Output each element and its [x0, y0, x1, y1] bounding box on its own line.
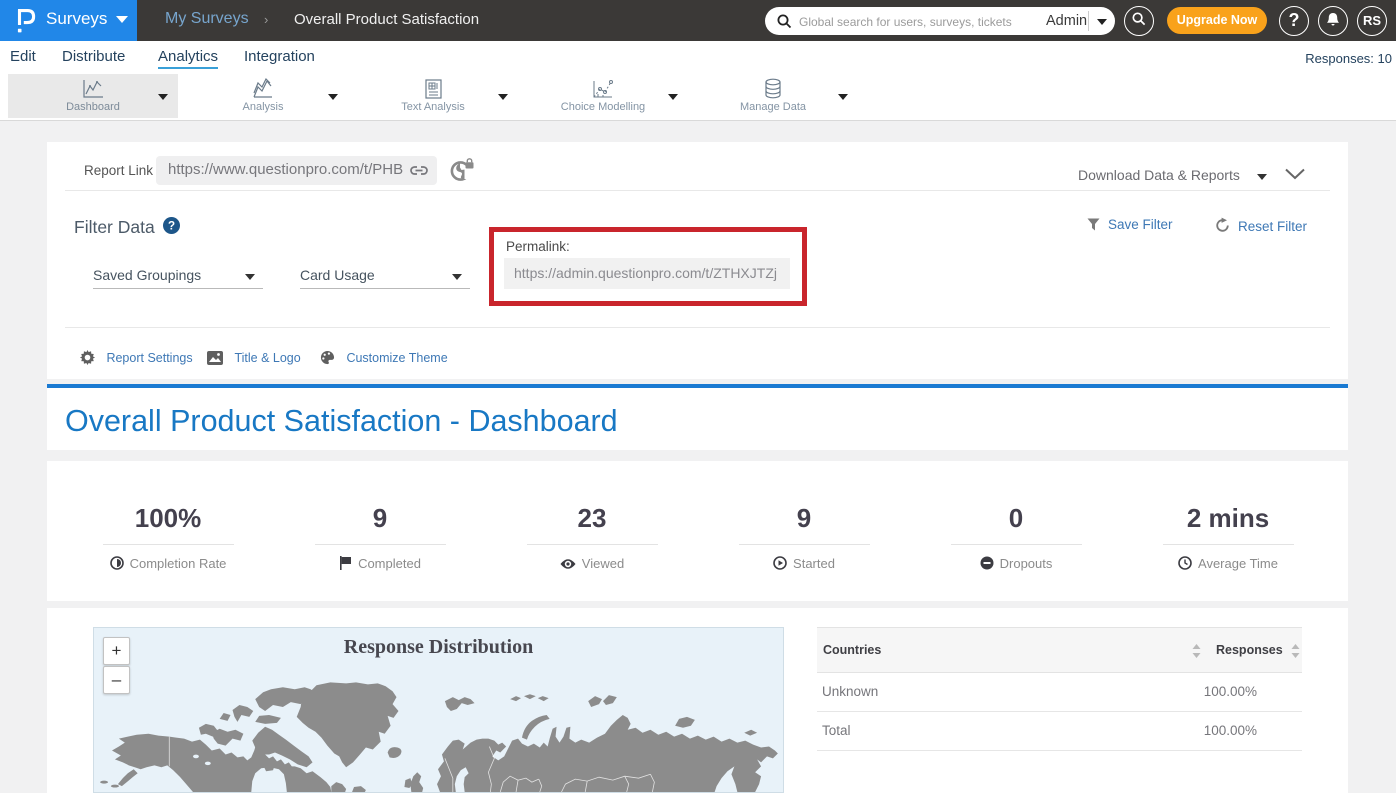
svg-text:?: ?	[168, 220, 175, 233]
